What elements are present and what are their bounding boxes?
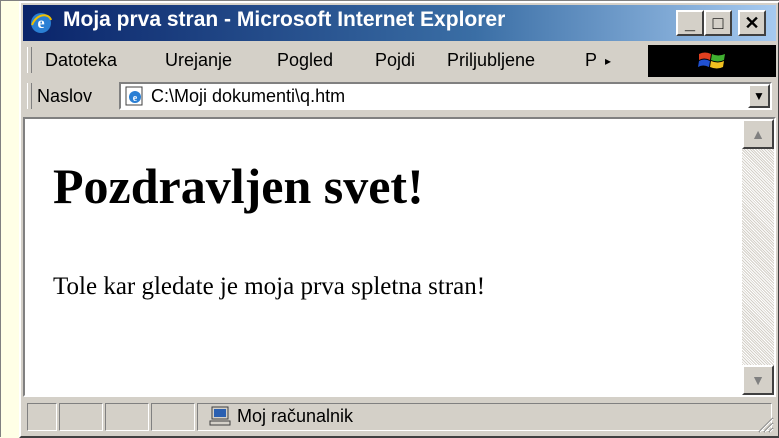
resize-grip-icon[interactable] (754, 413, 774, 433)
arrow-up-icon: ▲ (751, 126, 765, 142)
menu-pogled[interactable]: Pogled (277, 50, 333, 71)
ie-page-icon: e (125, 86, 143, 106)
svg-text:e: e (133, 93, 138, 104)
maximize-button[interactable]: □ (704, 10, 732, 36)
scroll-up-button[interactable]: ▲ (742, 119, 774, 149)
computer-icon (209, 406, 231, 426)
close-button[interactable]: ✕ (738, 10, 766, 36)
minimize-icon: _ (684, 13, 695, 33)
web-page: Pozdravljen svet! Tole kar gledate je mo… (25, 119, 742, 395)
minimize-button[interactable]: _ (676, 10, 704, 36)
address-value: C:\Moji dokumenti\q.htm (151, 86, 346, 106)
window-title: Moja prva stran - Microsoft Internet Exp… (63, 8, 506, 31)
ie-logo-icon[interactable]: e (29, 11, 53, 35)
menu-datoteka[interactable]: Datoteka (45, 50, 117, 71)
menu-priljubljene[interactable]: Priljubljene (447, 50, 535, 71)
menu-bar: Datoteka Urejanje Pogled Pojdi Priljublj… (23, 43, 776, 77)
windows-logo-icon (698, 52, 725, 69)
desktop-margin (1, 1, 19, 438)
status-panel (27, 403, 57, 431)
menu-p[interactable]: P (585, 50, 597, 71)
status-bar: Moj računalnik (23, 399, 776, 435)
status-zone-text: Moj računalnik (237, 406, 354, 426)
maximize-icon: □ (712, 13, 724, 33)
menubar-grip[interactable] (27, 47, 32, 73)
address-bar: Naslov e C:\Moji dokumenti\q.htm ▼ (23, 79, 776, 113)
ie-frame: e Moja prva stran - Microsoft Internet E… (19, 1, 779, 438)
windows-logo-throbber (648, 45, 776, 77)
addressbar-grip[interactable] (27, 83, 32, 109)
address-input[interactable]: e C:\Moji dokumenti\q.htm ▼ (119, 82, 772, 110)
title-bar[interactable]: e Moja prva stran - Microsoft Internet E… (23, 5, 776, 41)
menu-urejanje[interactable]: Urejanje (165, 50, 232, 71)
menu-overflow-icon[interactable]: ▸ (605, 54, 611, 68)
close-icon: ✕ (744, 13, 760, 33)
status-panel (105, 403, 149, 431)
page-viewport: Pozdravljen svet! Tole kar gledate je mo… (23, 117, 776, 397)
vertical-scrollbar[interactable]: ▲ ▼ (742, 119, 774, 395)
browser-window: e Moja prva stran - Microsoft Internet E… (0, 0, 779, 438)
chevron-down-icon: ▼ (753, 89, 765, 103)
address-label: Naslov (37, 86, 93, 106)
page-heading: Pozdravljen svet! (53, 158, 424, 214)
status-panel (151, 403, 195, 431)
menu-pojdi[interactable]: Pojdi (375, 50, 415, 71)
page-paragraph: Tole kar gledate je moja prva spletna st… (53, 273, 486, 300)
arrow-down-icon: ▼ (751, 372, 765, 388)
status-panel (59, 403, 103, 431)
address-dropdown-button[interactable]: ▼ (748, 84, 770, 108)
scroll-down-button[interactable]: ▼ (742, 365, 774, 395)
